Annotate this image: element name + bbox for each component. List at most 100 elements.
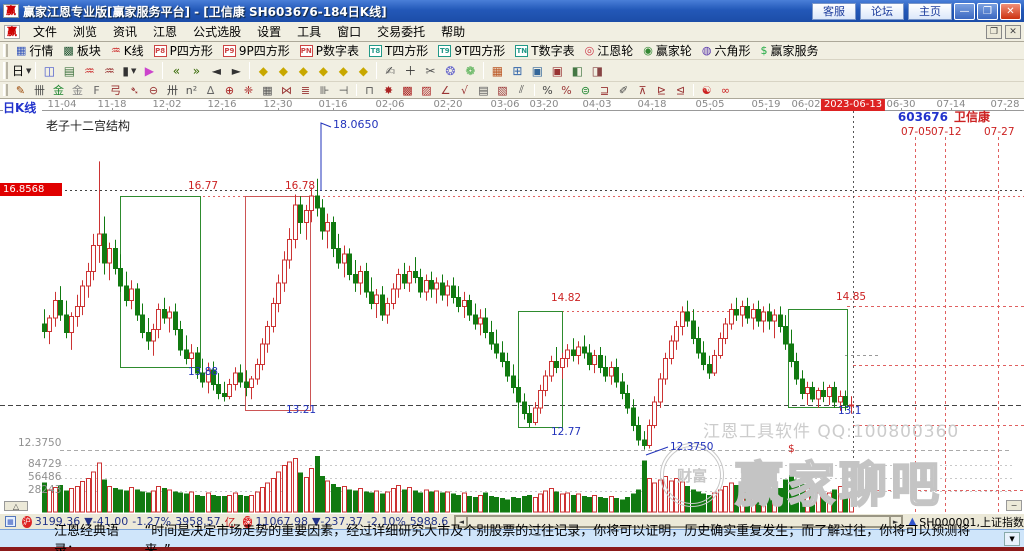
pen-adjust-icon[interactable]: ✐ [615,83,632,98]
gann-diamond-2-icon[interactable]: ◆ [274,62,292,80]
first-page-icon[interactable]: « [167,62,185,80]
wheel-mini-icon[interactable]: ❂ [441,62,459,80]
save-layout-icon[interactable]: ▣ [528,62,546,80]
gann-circle-icon[interactable]: ⊕ [221,83,238,98]
menu-settings[interactable]: 设置 [249,23,289,41]
minimize-button[interactable]: — [954,3,975,20]
ladder-up-icon[interactable]: ⊵ [653,83,670,98]
menu-gann[interactable]: 江恩 [145,23,185,41]
menu-file[interactable]: 文件 [25,23,65,41]
pane-expand-button[interactable]: △ [4,501,28,511]
bars-tool-icon[interactable]: ⊪ [316,83,333,98]
fibonacci-icon[interactable]: F [88,83,105,98]
support-button[interactable]: 客服 [812,3,856,20]
p-square-button[interactable]: P8P四方形 [149,42,218,59]
menu-formula[interactable]: 公式选股 [185,23,249,41]
cycle-circle-icon[interactable]: ⊖ [145,83,162,98]
kline-button[interactable]: ♒K线 [106,42,149,59]
candle-style-combo[interactable]: ▮▼ [120,62,138,80]
compass-icon[interactable]: ❁ [461,62,479,80]
gann-diamond-1-icon[interactable]: ◆ [254,62,272,80]
next-page-icon[interactable]: ► [227,62,245,80]
trend-arrow-icon[interactable]: ➴ [126,83,143,98]
t-square-button[interactable]: T8T四方形 [364,42,433,59]
percent-cut-icon[interactable]: % [558,83,575,98]
time-ruler-icon[interactable]: 卌 [31,83,48,98]
multi-grid-icon[interactable]: ≣ [297,83,314,98]
rail-tool-icon[interactable]: ⊓ [361,83,378,98]
pencil-tool-icon[interactable]: ✎ [12,83,29,98]
export-icon[interactable]: ◨ [588,62,606,80]
crosshair-icon[interactable]: ＋ [401,62,419,80]
channel-icon[interactable]: ⊼ [634,83,651,98]
mdi-close-button[interactable]: ✕ [1005,25,1021,39]
close-button[interactable]: ✕ [1000,3,1021,20]
gann-diamond-3-icon[interactable]: ◆ [294,62,312,80]
arc-tool-icon[interactable]: 弓 [107,83,124,98]
check-wave-icon[interactable]: √ [456,83,473,98]
pan-hand-icon[interactable]: ✍ [381,62,399,80]
wave-mark-icon[interactable]: ⋈ [278,83,295,98]
p-table-button[interactable]: PNP数字表 [295,42,364,59]
ladder-dn-icon[interactable]: ⊴ [672,83,689,98]
angle-tool-icon[interactable]: ∠ [437,83,454,98]
shanghai-icon[interactable]: 沪 [22,516,32,528]
winner-wheel-button[interactable]: ◉赢家轮 [638,42,697,59]
minor-wave-icon[interactable]: ♒ [80,62,98,80]
pane-minimize-button[interactable]: − [1006,500,1022,511]
monitor-icon[interactable]: ◧ [568,62,586,80]
home-button[interactable]: 主页 [908,3,952,20]
restore-button[interactable]: ❐ [977,3,998,20]
period-daily-combo[interactable]: 日▼ [12,62,31,80]
gann-diamond-6-icon[interactable]: ◆ [354,62,372,80]
menu-browse[interactable]: 浏览 [65,23,105,41]
gold-circle-icon[interactable]: ⊜ [577,83,594,98]
gann-diamond-4-icon[interactable]: ◆ [314,62,332,80]
dense-grid-icon[interactable]: ▧ [494,83,511,98]
span-tool-icon[interactable]: ⊣ [335,83,352,98]
fine-grid-icon[interactable]: ▤ [475,83,492,98]
forum-button[interactable]: 论坛 [860,3,904,20]
calendar-icon[interactable]: ▦ [488,62,506,80]
gann-diamond-5-icon[interactable]: ◆ [334,62,352,80]
prev-page-icon[interactable]: ◄ [207,62,225,80]
gann-wheel-button[interactable]: ◎江恩轮 [580,42,639,59]
p9-square-button[interactable]: P99P四方形 [218,42,295,59]
rays-tool-icon[interactable]: ✸ [380,83,397,98]
t-table-button[interactable]: TNT数字表 [510,42,579,59]
menu-tools[interactable]: 工具 [289,23,329,41]
shade-box-icon[interactable]: ▨ [418,83,435,98]
quote-dropdown-button[interactable]: ▼ [1004,532,1020,546]
quotes-button[interactable]: ▦行情 [11,42,58,59]
winner-service-button[interactable]: $赢家服务 [756,42,824,59]
yinyang-icon[interactable]: ☯ [698,83,715,98]
sectors-button[interactable]: ▩板块 [58,42,105,59]
percent-line-icon[interactable]: % [539,83,556,98]
measure-icon[interactable]: ✂ [421,62,439,80]
stock-info-icon[interactable]: ▤ [60,62,78,80]
menu-news[interactable]: 资讯 [105,23,145,41]
menu-help[interactable]: 帮助 [433,23,473,41]
mdi-restore-button[interactable]: ❐ [986,25,1002,39]
shade-grid-icon[interactable]: ▩ [399,83,416,98]
triangle-tool-icon[interactable]: ∆ [202,83,219,98]
calculator-icon[interactable]: ⊞ [508,62,526,80]
golden-box-icon[interactable]: 金 [50,83,67,98]
major-wave-icon[interactable]: ♒ [100,62,118,80]
time-cycle-icon[interactable]: 卅 [164,83,181,98]
hexagon-button[interactable]: ◍六角形 [697,42,756,59]
infinity-icon[interactable]: ∞ [717,83,734,98]
star-tool-icon[interactable]: ❈ [240,83,257,98]
square-nine-icon[interactable]: n² [183,83,200,98]
grid-tool-icon[interactable]: ▦ [259,83,276,98]
link-window-icon[interactable]: ◫ [40,62,58,80]
menu-trade[interactable]: 交易委托 [369,23,433,41]
slash-lines-icon[interactable]: ⫽ [513,83,530,98]
indicator-flag-icon[interactable]: ▶ [140,62,158,80]
candlestick-chart[interactable]: 11-0411-1812-0212-1612-3001-1602-0602-20… [0,99,1024,513]
gold-line-icon[interactable]: ⊒ [596,83,613,98]
save-image-icon[interactable]: ▣ [548,62,566,80]
quote-grid-icon[interactable]: ▦ [5,516,16,527]
t9-square-button[interactable]: T99T四方形 [433,42,510,59]
golden-box2-icon[interactable]: 金 [69,83,86,98]
